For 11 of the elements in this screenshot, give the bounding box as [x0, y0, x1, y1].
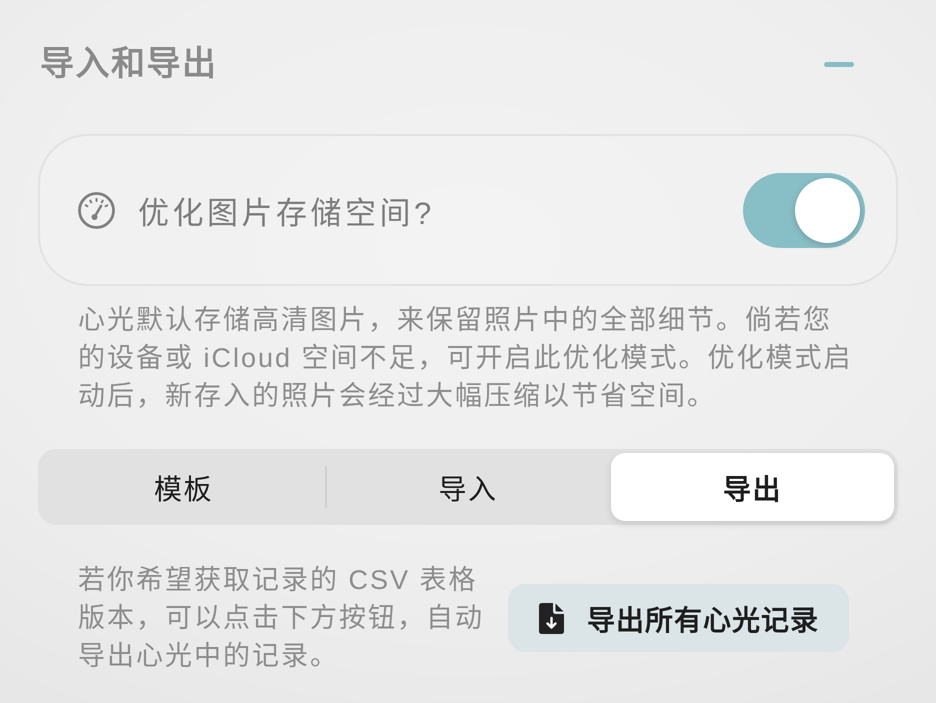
description-text: 心光默认存储高清图片，来保留照片中的全部细节。倘若您的设备或 iCloud 空间不足，可开启此优化模式。优化模式启动后，新存入的照片会经过大幅压缩以节省空间。: [78, 304, 854, 413]
gauge-icon: [78, 192, 115, 228]
file-download-icon: [539, 602, 564, 634]
export-description: 若你希望获取记录的 CSV 表格版本，可以点击下方按钮，自动导出心光中的记录。: [78, 564, 485, 673]
segment-tab[interactable]: 模板: [42, 453, 325, 521]
minus-icon[interactable]: [824, 62, 854, 66]
option-label: 优化图片存储空间?: [138, 194, 436, 232]
section-title: 导入和导出: [40, 44, 218, 85]
segment-tab[interactable]: 导入: [326, 453, 610, 521]
segment-tab[interactable]: 导出: [611, 453, 894, 521]
export-button[interactable]: 导出所有心光记录: [508, 584, 849, 652]
